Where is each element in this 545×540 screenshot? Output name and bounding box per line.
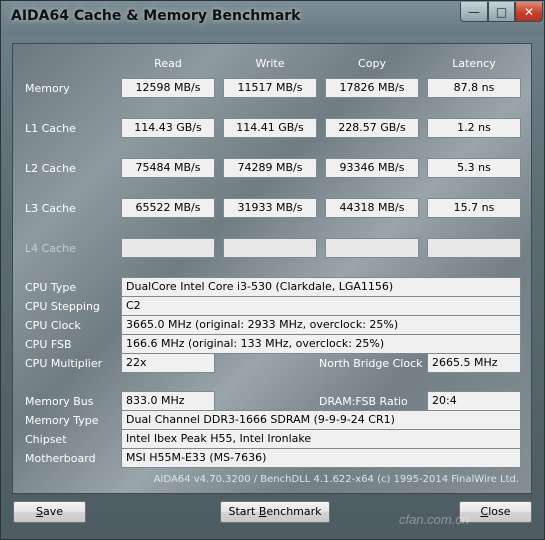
l1-copy-value: 228.57 GB/s xyxy=(325,118,419,138)
cpu-fsb-label: CPU FSB xyxy=(25,338,72,351)
minimize-button[interactable]: — xyxy=(460,2,488,22)
l1-write-value: 114.41 GB/s xyxy=(223,118,317,138)
cpu-type-value: DualCore Intel Core i3-530 (Clarkdale, L… xyxy=(121,277,521,297)
column-header-write: Write xyxy=(255,57,285,70)
save-button[interactable]: Save xyxy=(13,501,86,523)
memory-copy-value: 17826 MB/s xyxy=(325,78,419,98)
memory-type-value: Dual Channel DDR3-1666 SDRAM (9-9-9-24 C… xyxy=(121,410,521,430)
row-label-l4-cache: L4 Cache xyxy=(25,242,76,255)
memory-bus-label: Memory Bus xyxy=(25,395,94,408)
l3-copy-value: 44318 MB/s xyxy=(325,198,419,218)
motherboard-value: MSI H55M-E33 (MS-7636) xyxy=(121,448,521,468)
dram-fsb-ratio-label: DRAM:FSB Ratio xyxy=(319,395,408,408)
start-label-pre: Start xyxy=(228,505,259,518)
memory-read-value: 12598 MB/s xyxy=(121,78,215,98)
l3-write-value: 31933 MB/s xyxy=(223,198,317,218)
maximize-button[interactable]: □ xyxy=(488,2,515,22)
north-bridge-clock-value: 2665.5 MHz xyxy=(427,353,521,373)
l1-latency-value: 1.2 ns xyxy=(427,118,521,138)
cpu-fsb-value: 166.6 MHz (original: 133 MHz, overclock:… xyxy=(121,334,521,354)
l3-read-value: 65522 MB/s xyxy=(121,198,215,218)
row-label-memory: Memory xyxy=(25,82,70,95)
column-header-read: Read xyxy=(154,57,182,70)
cpu-clock-label: CPU Clock xyxy=(25,319,81,332)
memory-latency-value: 87.8 ns xyxy=(427,78,521,98)
benchmark-window: AIDA64 Cache & Memory Benchmark — □ ✕ Re… xyxy=(0,0,545,540)
save-label: ave xyxy=(42,505,63,518)
chipset-value: Intel Ibex Peak H55, Intel Ironlake xyxy=(121,429,521,449)
l4-latency-value xyxy=(427,238,521,258)
save-mnemonic: S xyxy=(35,505,43,518)
l4-read-value xyxy=(121,238,215,258)
motherboard-label: Motherboard xyxy=(25,452,96,465)
column-header-latency: Latency xyxy=(452,57,496,70)
l2-copy-value: 93346 MB/s xyxy=(325,158,419,178)
cpu-multiplier-label: CPU Multiplier xyxy=(25,357,103,370)
minimize-icon: — xyxy=(468,4,480,19)
l2-latency-value: 5.3 ns xyxy=(427,158,521,178)
memory-write-value: 11517 MB/s xyxy=(223,78,317,98)
row-label-l3-cache: L3 Cache xyxy=(25,202,76,215)
title-bar[interactable]: AIDA64 Cache & Memory Benchmark — □ ✕ xyxy=(1,1,544,35)
l2-read-value: 75484 MB/s xyxy=(121,158,215,178)
close-label: lose xyxy=(488,505,511,518)
l4-write-value xyxy=(223,238,317,258)
memory-bus-value: 833.0 MHz xyxy=(121,391,215,411)
l1-read-value: 114.43 GB/s xyxy=(121,118,215,138)
version-footer: AIDA64 v4.70.3200 / BenchDLL 4.1.622-x64… xyxy=(153,474,519,485)
close-button[interactable]: Close xyxy=(459,501,532,523)
cpu-clock-value: 3665.0 MHz (original: 2933 MHz, overcloc… xyxy=(121,315,521,335)
maximize-icon: □ xyxy=(495,4,508,19)
window-title: AIDA64 Cache & Memory Benchmark xyxy=(11,8,301,24)
window-close-button[interactable]: ✕ xyxy=(515,2,543,22)
north-bridge-clock-label: North Bridge Clock xyxy=(319,357,423,370)
start-benchmark-button[interactable]: Start Benchmark xyxy=(220,501,330,523)
start-label: enchmark xyxy=(266,505,322,518)
cpu-stepping-label: CPU Stepping xyxy=(25,300,100,313)
cpu-multiplier-value: 22x xyxy=(121,353,215,373)
close-icon: ✕ xyxy=(523,4,535,19)
l3-latency-value: 15.7 ns xyxy=(427,198,521,218)
l4-copy-value xyxy=(325,238,419,258)
l2-write-value: 74289 MB/s xyxy=(223,158,317,178)
dram-fsb-ratio-value: 20:4 xyxy=(427,391,521,411)
row-label-l1-cache: L1 Cache xyxy=(25,122,76,135)
cpu-stepping-value: C2 xyxy=(121,296,521,316)
chipset-label: Chipset xyxy=(25,433,67,446)
memory-type-label: Memory Type xyxy=(25,414,99,427)
row-label-l2-cache: L2 Cache xyxy=(25,162,76,175)
watermark: cfan.com.cn xyxy=(399,512,470,527)
column-header-copy: Copy xyxy=(358,57,386,70)
cpu-type-label: CPU Type xyxy=(25,281,77,294)
